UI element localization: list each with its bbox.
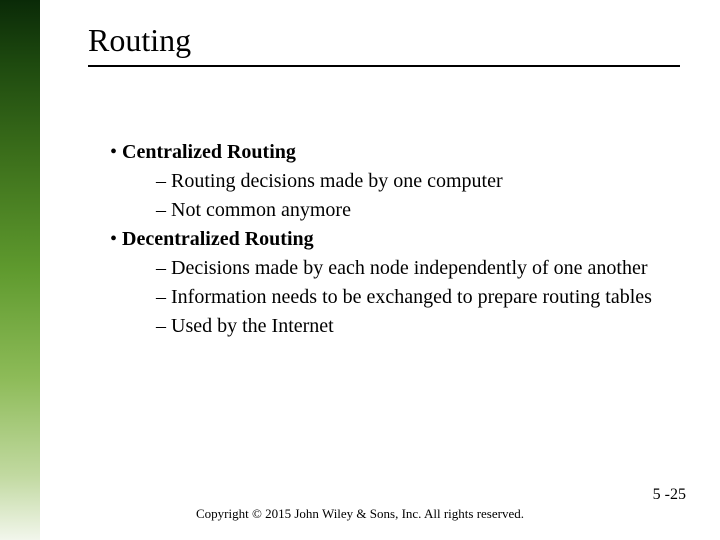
side-accent-bar [0, 0, 40, 540]
title-area: Routing [88, 22, 680, 67]
title-underline [88, 65, 680, 67]
slide: Routing Centralized Routing Routing deci… [0, 0, 720, 540]
bullet-decentralized-label: Decentralized Routing [122, 228, 314, 250]
copyright-footer: Copyright © 2015 John Wiley & Sons, Inc.… [0, 506, 720, 522]
subbullet-decentralized-1: Decisions made by each node independentl… [156, 256, 660, 281]
bullet-decentralized: Decentralized Routing [110, 227, 660, 252]
subbullet-decentralized-3: Used by the Internet [156, 314, 660, 339]
content-area: Centralized Routing Routing decisions ma… [110, 140, 660, 343]
subbullet-centralized-2: Not common anymore [156, 198, 660, 223]
page-number: 5 -25 [653, 486, 686, 504]
bullet-centralized-label: Centralized Routing [122, 141, 296, 163]
slide-title: Routing [88, 22, 680, 59]
subbullet-centralized-1: Routing decisions made by one computer [156, 169, 660, 194]
subbullet-decentralized-2: Information needs to be exchanged to pre… [156, 285, 660, 310]
bullet-centralized: Centralized Routing [110, 140, 660, 165]
